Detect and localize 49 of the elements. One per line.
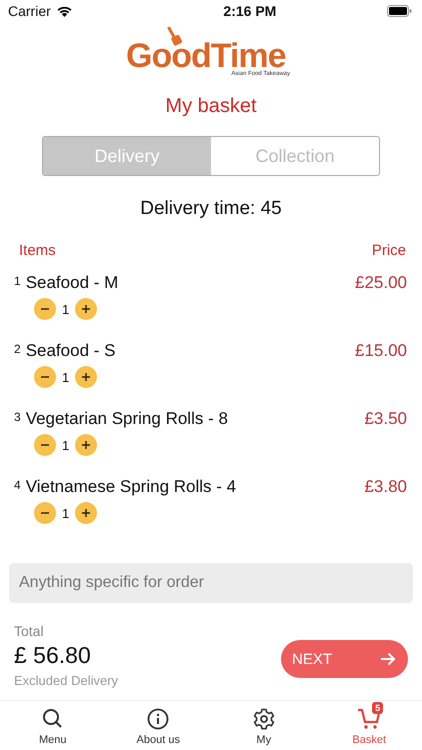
tab-bar-item[interactable]: My	[211, 701, 316, 750]
quantity-value: 1	[62, 370, 70, 384]
decrease-button[interactable]	[34, 366, 56, 388]
quantity-value: 1	[62, 506, 70, 520]
decrease-button[interactable]	[34, 434, 56, 456]
note-field[interactable]: Anything specific for order	[9, 563, 413, 603]
column-header: Items	[19, 242, 56, 259]
wifi-icon	[56, 5, 73, 17]
item-price: £3.50	[364, 409, 407, 429]
plus-icon	[81, 440, 92, 450]
settings-icon	[252, 707, 276, 731]
increase-button[interactable]	[75, 502, 98, 524]
tab-bar-item[interactable]: 5 Basket	[316, 701, 422, 750]
item-price: £25.00	[355, 273, 407, 293]
plus-icon	[81, 304, 92, 314]
item-number: 1	[14, 274, 21, 288]
delivery-note: Excluded Delivery	[14, 673, 118, 688]
item-price: £3.80	[364, 477, 407, 497]
increase-button[interactable]	[75, 366, 98, 388]
item-name: Seafood - M	[26, 273, 118, 293]
carrier-label: Carrier	[8, 3, 51, 19]
tab-bar-item[interactable]: Menu	[0, 701, 106, 750]
decrease-button[interactable]	[34, 502, 56, 524]
item-number: 3	[14, 410, 21, 424]
total-label: Total	[14, 623, 45, 639]
column-header: Price	[372, 242, 406, 259]
increase-button[interactable]	[75, 434, 98, 456]
status-time: 2:16 PM	[223, 3, 276, 19]
item-price: £15.00	[355, 341, 407, 361]
count-badge: 5	[372, 702, 384, 714]
plus-icon	[81, 508, 92, 518]
quantity-value: 1	[62, 438, 70, 452]
item-name: Vegetarian Spring Rolls - 8	[26, 409, 228, 429]
decrease-button[interactable]	[34, 298, 56, 320]
info-icon	[146, 707, 170, 731]
plus-icon	[81, 372, 92, 382]
increase-button[interactable]	[75, 298, 98, 320]
battery-icon	[386, 5, 412, 17]
item-number: 2	[14, 342, 21, 356]
item-number: 4	[14, 478, 21, 492]
quantity-value: 1	[62, 302, 70, 316]
delivery-time: Delivery time: 45	[139, 198, 283, 220]
arrow-icon	[380, 652, 396, 666]
item-name: Vietnamese Spring Rolls - 4	[26, 477, 236, 497]
total-amount: £ 56.80	[14, 642, 92, 669]
next-button[interactable]: NEXT	[281, 640, 408, 678]
page-title: My basket	[164, 95, 258, 118]
tab-bar-item[interactable]: About us	[106, 701, 211, 750]
item-name: Seafood - S	[26, 341, 116, 361]
